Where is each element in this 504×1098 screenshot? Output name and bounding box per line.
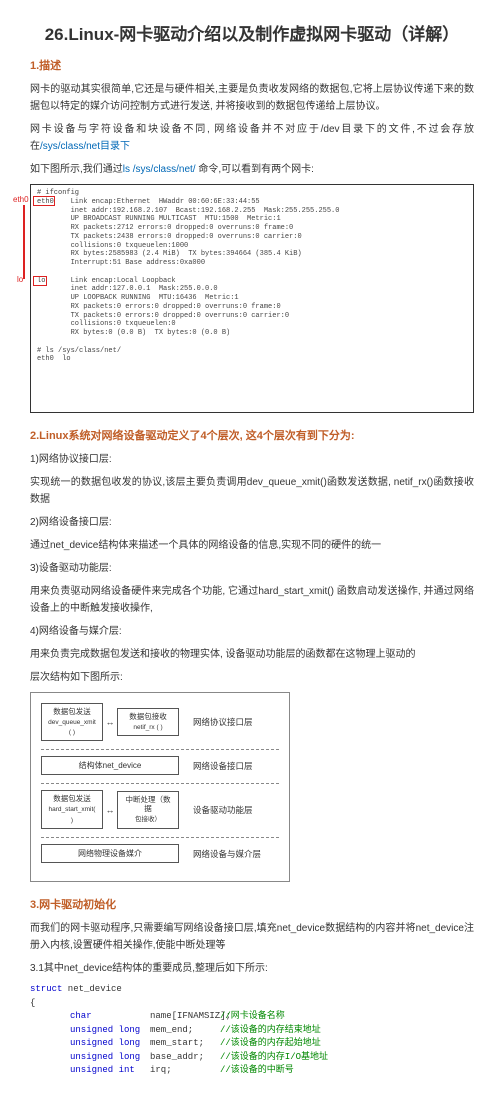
divider <box>41 749 279 750</box>
para: 网卡的驱动其实很简单,它还是与硬件相关,主要是负责收发网络的数据包,它将上层协议… <box>30 81 474 115</box>
para: 网卡设备与字符设备和块设备不同, 网络设备并不对应于/dev目录下的文件,不过会… <box>30 121 474 155</box>
subhead: 3)设备驱动功能层: <box>30 560 474 577</box>
para: 用来负责完成数据包发送和接收的物理实体, 设备驱动功能层的函数都在这物理上驱动的 <box>30 646 474 663</box>
layer-diagram: 数据包发送dev_queue_xmit ( ) ↔ 数据包接收netif_rx … <box>30 692 290 882</box>
annotation-lo-box <box>33 276 47 286</box>
para: 如下图所示,我们通过ls /sys/class/net/ 命令,可以看到有两个网… <box>30 161 474 178</box>
para: 用来负责驱动网络设备硬件来完成各个功能, 它通过hard_start_xmit(… <box>30 583 474 617</box>
terminal-output: # ifconfig eth0 Link encap:Ethernet HWad… <box>30 184 474 413</box>
layer-label: 网络设备与媒介层 <box>193 848 261 860</box>
box-send: 数据包发送dev_queue_xmit ( ) <box>41 703 103 742</box>
page-title: 26.Linux-网卡驱动介绍以及制作虚拟网卡驱动（详解） <box>30 20 474 45</box>
annotation-eth0-box <box>33 196 55 206</box>
code-block: struct net_device { charname[IFNAMSIZ];/… <box>30 983 474 1078</box>
path-highlight: /sys/class/net目录下 <box>40 141 130 152</box>
box-media: 网络物理设备媒介 <box>41 844 179 863</box>
para: 而我们的网卡驱动程序,只需要编写网络设备接口层,填充net_device数据结构… <box>30 920 474 954</box>
para: 通过net_device结构体来描述一个具体的网络设备的信息,实现不同的硬件的统… <box>30 537 474 554</box>
cmd-highlight: ls /sys/class/net/ <box>123 164 196 175</box>
arrow-icon: ↔ <box>103 805 117 815</box>
para: 实现统一的数据包收发的协议,该层主要负责调用dev_queue_xmit()函数… <box>30 474 474 508</box>
annotation-eth0-label: eth0 <box>13 195 29 205</box>
divider <box>41 783 279 784</box>
section-3-heading: 3.网卡驱动初始化 <box>30 896 474 912</box>
subhead: 2)网络设备接口层: <box>30 514 474 531</box>
box-hardstart: 数据包发送hard_start_xmit( ) <box>41 790 103 829</box>
layer-label: 设备驱动功能层 <box>193 804 253 816</box>
box-irq: 中断处理（数据包接收） <box>117 791 179 829</box>
para: 层次结构如下图所示: <box>30 669 474 686</box>
box-netdevice: 结构体net_device <box>41 756 179 775</box>
divider <box>41 837 279 838</box>
box-recv: 数据包接收netif_rx ( ) <box>117 708 179 736</box>
para: 3.1其中net_device结构体的重要成员,整理后如下所示: <box>30 960 474 977</box>
section-2-heading: 2.Linux系统对网络设备驱动定义了4个层次, 这4个层次有到下分为: <box>30 427 474 443</box>
annotation-line <box>23 205 25 279</box>
subhead: 4)网络设备与媒介层: <box>30 623 474 640</box>
layer-label: 网络协议接口层 <box>193 716 253 728</box>
section-1-heading: 1.描述 <box>30 57 474 73</box>
layer-label: 网络设备接口层 <box>193 760 253 772</box>
arrow-icon: ↔ <box>103 717 117 727</box>
subhead: 1)网络协议接口层: <box>30 451 474 468</box>
